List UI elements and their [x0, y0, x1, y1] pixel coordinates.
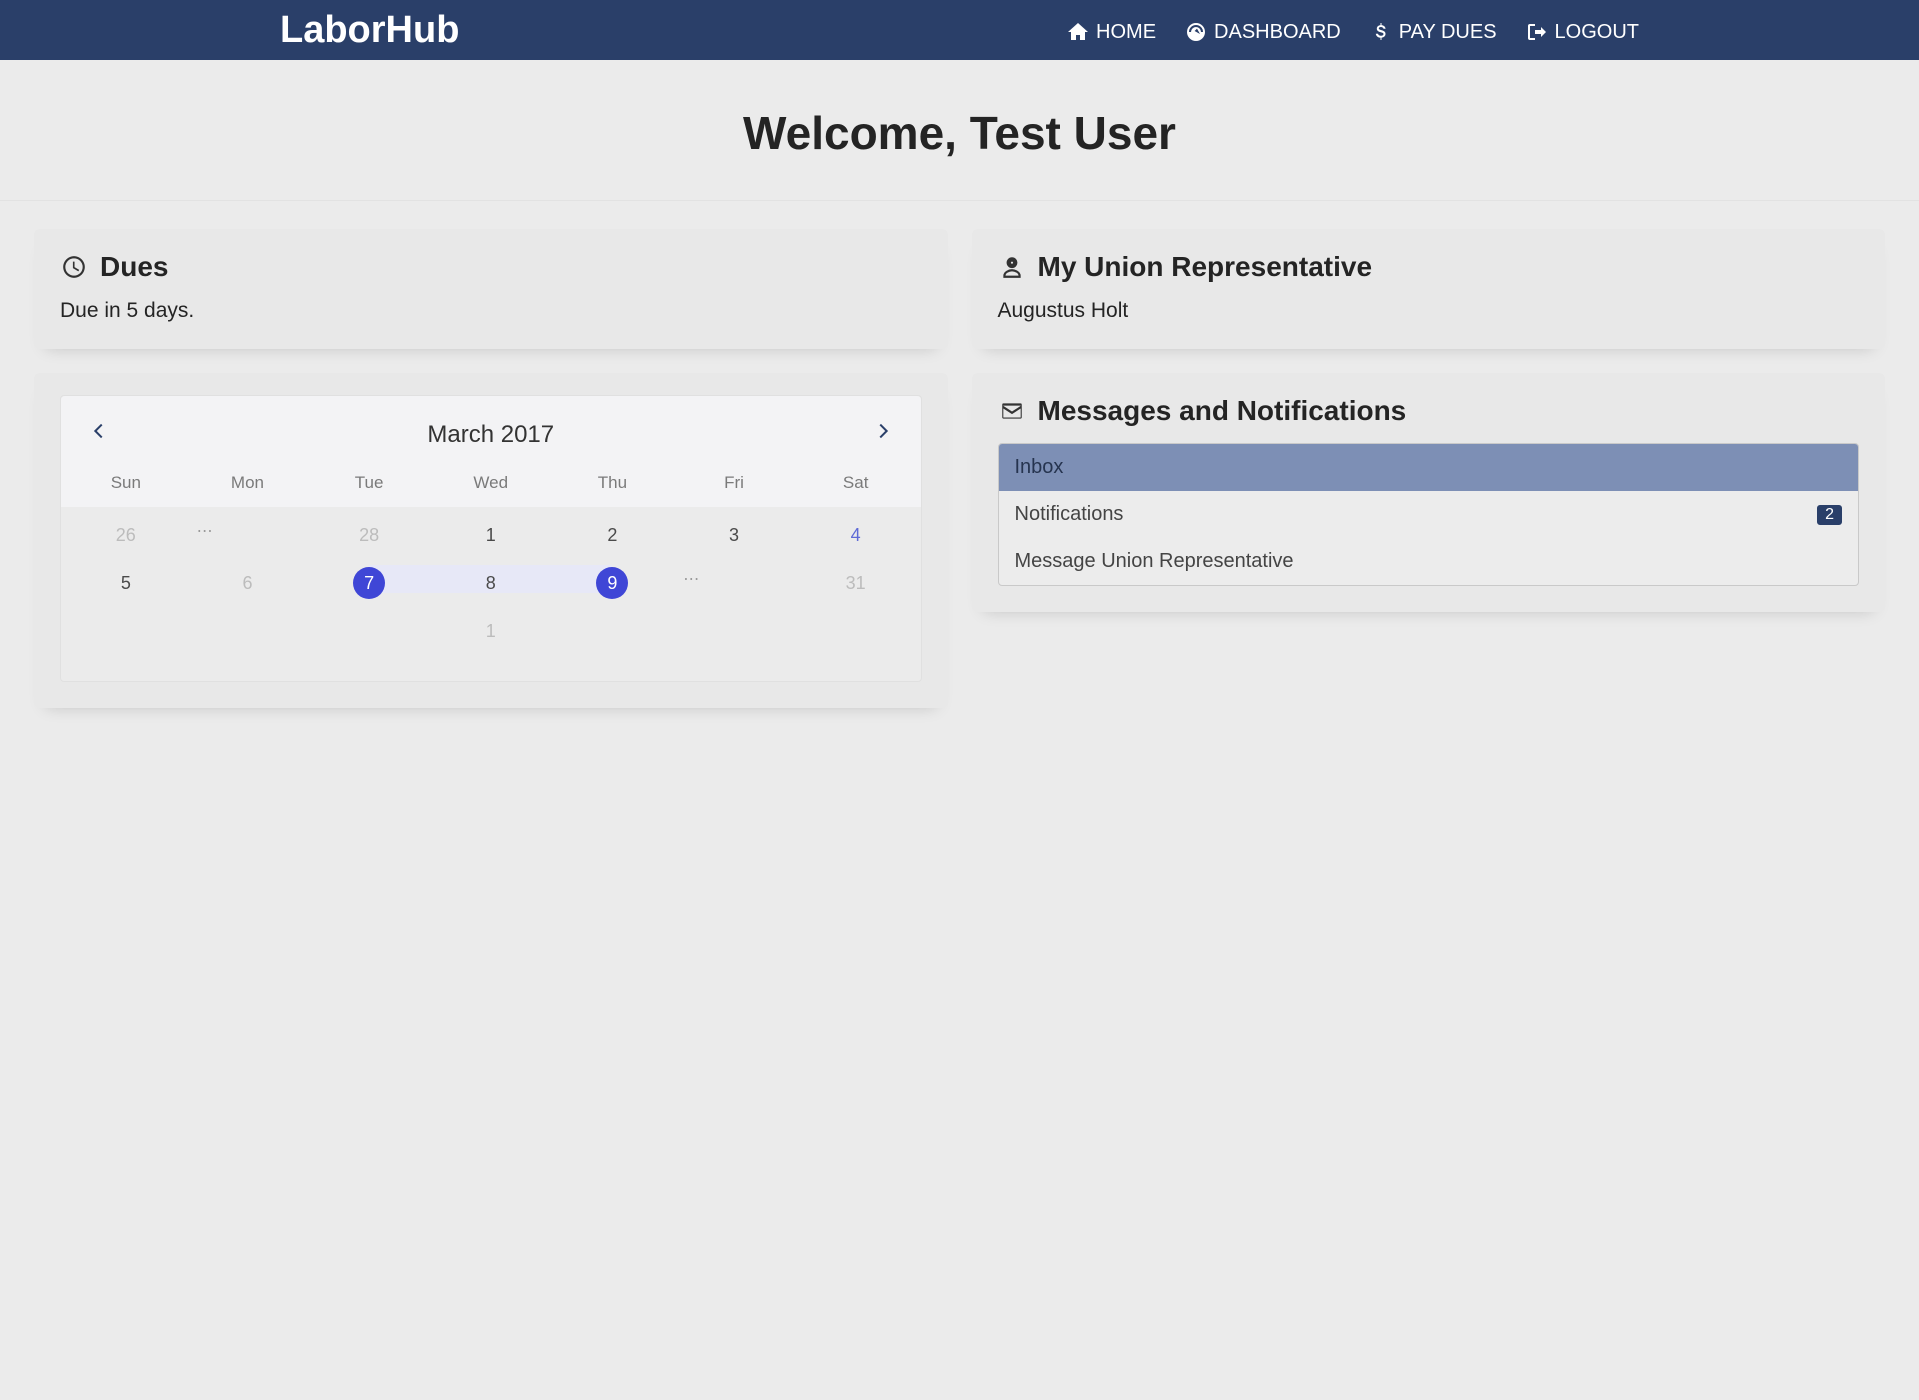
messages-title: Messages and Notifications [1038, 395, 1407, 427]
brand[interactable]: LaborHub [280, 9, 459, 52]
nav-home-label: HOME [1096, 21, 1156, 44]
cal-day-empty [673, 621, 795, 641]
chevron-left-icon [88, 420, 110, 442]
calendar-prev[interactable] [69, 416, 129, 453]
messages-inbox-label: Inbox [1015, 456, 1064, 479]
dues-title-row: Dues [60, 251, 922, 283]
person-icon [998, 253, 1026, 281]
nav-logout[interactable]: LOGOUT [1525, 16, 1639, 44]
messages-inbox[interactable]: Inbox [999, 444, 1859, 491]
cal-day-selected-start[interactable]: 7 [308, 557, 430, 609]
cal-day[interactable]: 5 [65, 563, 187, 604]
calendar-title: March 2017 [129, 421, 853, 449]
messages-card: Messages and Notifications Inbox Notific… [972, 373, 1886, 612]
messages-title-row: Messages and Notifications [998, 395, 1860, 427]
messages-message-rep-label: Message Union Representative [1015, 550, 1294, 573]
dow-sun: Sun [65, 473, 187, 493]
calendar-header: March 2017 [61, 396, 921, 461]
cal-day-empty [187, 621, 309, 641]
content-grid: Dues Due in 5 days. March 2017 Sun Mo [0, 201, 1919, 736]
messages-notifications-label: Notifications [1015, 503, 1124, 526]
messages-message-rep[interactable]: Message Union Representative [999, 538, 1859, 585]
cal-day[interactable]: ⋯ 28 [187, 515, 309, 556]
dues-card: Dues Due in 5 days. [34, 229, 948, 349]
cal-day[interactable]: 31 [795, 563, 917, 604]
cal-day[interactable]: 6 [187, 563, 309, 604]
dow-sat: Sat [795, 473, 917, 493]
nav-logout-label: LOGOUT [1555, 21, 1639, 44]
union-rep-title: My Union Representative [1038, 251, 1373, 283]
calendar: March 2017 Sun Mon Tue Wed Thu Fri Sat [60, 395, 922, 682]
calendar-dow: Sun Mon Tue Wed Thu Fri Sat [61, 461, 921, 507]
ellipsis-icon: ⋯ [197, 521, 213, 541]
messages-list: Inbox Notifications 2 Message Union Repr… [998, 443, 1860, 586]
cal-day-empty [552, 621, 674, 641]
notifications-badge: 2 [1817, 505, 1842, 525]
dues-text: Due in 5 days. [60, 299, 922, 323]
page-title: Welcome, Test User [0, 60, 1919, 201]
calendar-body: 26 ⋯ 28 28 1 2 3 4 5 [61, 507, 921, 681]
dollar-icon [1369, 20, 1393, 44]
dues-title: Dues [100, 251, 168, 283]
nav-paydues-label: PAY DUES [1399, 21, 1497, 44]
right-column: My Union Representative Augustus Holt Me… [972, 229, 1886, 612]
mail-icon [998, 397, 1026, 425]
cal-day[interactable]: ⋯ 0 [673, 563, 795, 604]
union-rep-card: My Union Representative Augustus Holt [972, 229, 1886, 349]
nav-items: HOME DASHBOARD PAY DUES LOGOUT [1066, 16, 1639, 44]
cal-day[interactable]: 3 [673, 515, 795, 556]
dashboard-icon [1184, 20, 1208, 44]
cal-day[interactable]: 1 [430, 611, 552, 652]
dow-mon: Mon [187, 473, 309, 493]
cal-day[interactable]: 2 [552, 515, 674, 556]
ellipsis-icon: ⋯ [683, 569, 699, 589]
cal-day[interactable]: 1 [430, 515, 552, 556]
union-rep-title-row: My Union Representative [998, 251, 1860, 283]
calendar-row: 5 6 7 8 9 ⋯ 0 31 [65, 557, 917, 609]
cal-day-empty [795, 621, 917, 641]
messages-notifications[interactable]: Notifications 2 [999, 491, 1859, 538]
calendar-row: 1 [65, 609, 917, 653]
nav-dashboard[interactable]: DASHBOARD [1184, 16, 1341, 44]
cal-day-in-range[interactable]: 8 [430, 563, 552, 604]
union-rep-name: Augustus Holt [998, 299, 1860, 323]
calendar-card: March 2017 Sun Mon Tue Wed Thu Fri Sat [34, 373, 948, 708]
cal-day[interactable]: 4 [795, 515, 917, 556]
cal-day[interactable]: 26 [65, 515, 187, 556]
nav-paydues[interactable]: PAY DUES [1369, 16, 1497, 44]
calendar-row: 26 ⋯ 28 28 1 2 3 4 [65, 513, 917, 557]
cal-day-selected-end[interactable]: 9 [552, 557, 674, 609]
nav-dashboard-label: DASHBOARD [1214, 21, 1341, 44]
clock-icon [60, 253, 88, 281]
chevron-right-icon [872, 420, 894, 442]
cal-day[interactable]: 28 [308, 515, 430, 556]
dow-fri: Fri [673, 473, 795, 493]
dow-thu: Thu [552, 473, 674, 493]
logout-icon [1525, 20, 1549, 44]
dow-wed: Wed [430, 473, 552, 493]
cal-day-empty [65, 621, 187, 641]
dow-tue: Tue [308, 473, 430, 493]
navbar: LaborHub HOME DASHBOARD PAY DUES LOGOUT [0, 0, 1919, 60]
left-column: Dues Due in 5 days. March 2017 Sun Mo [34, 229, 948, 708]
cal-day-empty [308, 621, 430, 641]
nav-home[interactable]: HOME [1066, 16, 1156, 44]
calendar-next[interactable] [853, 416, 913, 453]
home-icon [1066, 20, 1090, 44]
